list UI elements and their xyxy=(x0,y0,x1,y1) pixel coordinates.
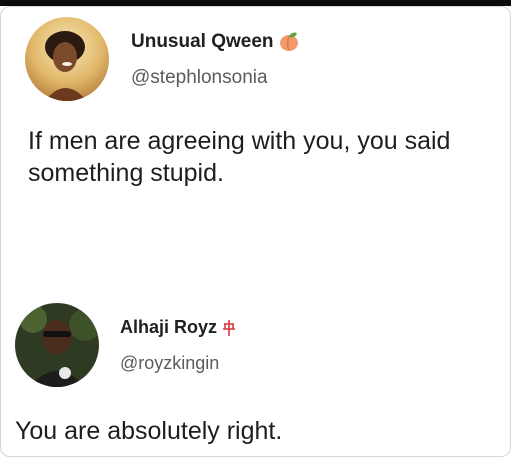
reply-avatar[interactable] xyxy=(15,303,99,387)
peach-icon xyxy=(278,31,300,53)
author-name[interactable]: Unusual Qween xyxy=(131,31,274,53)
reply-author-handle[interactable]: @royzkingin xyxy=(120,353,219,374)
reply-author-name-row[interactable]: Alhaji Royz xyxy=(120,317,237,338)
avatar[interactable] xyxy=(25,17,109,101)
author-handle[interactable]: @stephlonsonia xyxy=(131,67,268,89)
author-name-row[interactable]: Unusual Qween xyxy=(131,31,300,53)
reply-text: You are absolutely right. xyxy=(15,417,283,445)
red-symbol-icon xyxy=(221,319,237,337)
tweet-card: Unusual Qween @stephlonsonia If men are … xyxy=(0,6,511,457)
avatar-photo-icon xyxy=(15,303,99,387)
tweet-text: If men are agreeing with you, you said s… xyxy=(28,127,451,187)
avatar-photo-icon xyxy=(25,17,109,101)
reply-author-name[interactable]: Alhaji Royz xyxy=(120,317,217,338)
